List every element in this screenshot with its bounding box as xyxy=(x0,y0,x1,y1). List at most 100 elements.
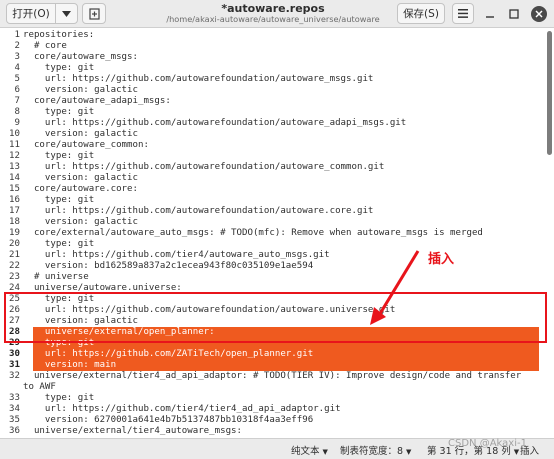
code-line[interactable]: 12 type: git xyxy=(0,151,548,162)
code-line[interactable]: 10 version: galactic xyxy=(0,129,548,140)
line-text: type: git xyxy=(23,195,95,205)
code-line[interactable]: 33 type: git xyxy=(0,393,548,404)
code-line[interactable]: 27 version: galactic xyxy=(0,316,548,327)
code-line[interactable]: 22 version: bd162589a837a2c1ecea943f80c0… xyxy=(0,261,548,272)
code-line[interactable]: 1 repositories: xyxy=(0,30,548,41)
code-line-selected[interactable]: 28 universe/external/open_planner: xyxy=(0,327,548,338)
text-editor[interactable]: 1 repositories: 2 # core 3 core/autoware_ms… xyxy=(0,29,554,438)
code-line[interactable]: 19 core/external/autoware_auto_msgs: # T… xyxy=(0,228,548,239)
code-line[interactable]: 17 url: https://github.com/autowarefound… xyxy=(0,206,548,217)
code-line[interactable]: 15 core/autoware.core: xyxy=(0,184,548,195)
line-number: 22 xyxy=(9,261,20,271)
tab-width-selector[interactable]: 制表符宽度：8 ▼ xyxy=(340,443,411,457)
code-line[interactable]: 16 type: git xyxy=(0,195,548,206)
open-dropdown-button[interactable] xyxy=(55,3,78,24)
line-number: 8 xyxy=(14,107,20,117)
line-text: version: 6270001a641e4b7b5137487bb10318f… xyxy=(23,415,314,425)
line-text: version: main xyxy=(23,360,117,370)
code-line[interactable]: 34 url: https://github.com/tier4/tier4_a… xyxy=(0,404,548,415)
code-line[interactable]: 32 universe/external/tier4_ad_api_adapto… xyxy=(0,371,548,393)
header-bar: 打开(O) *autoware.repos /home/akaxi-autowa… xyxy=(0,0,554,28)
code-line[interactable]: 18 version: galactic xyxy=(0,217,548,228)
chevron-down-icon: ▼ xyxy=(322,448,328,456)
window-title: *autoware.repos /home/akaxi-autoware/aut… xyxy=(150,2,396,25)
line-text: url: https://github.com/autowarefoundati… xyxy=(23,74,374,84)
code-line[interactable]: 20 type: git xyxy=(0,239,548,250)
code-line[interactable]: 4 type: git xyxy=(0,63,548,74)
code-line[interactable]: 3 core/autoware_msgs: xyxy=(0,52,548,63)
watermark: CSDN @Akaxi-1 xyxy=(448,438,527,449)
line-number: 3 xyxy=(14,52,20,62)
tab-width-label: 制表符宽度：8 xyxy=(340,446,404,457)
selection-highlight xyxy=(33,338,539,349)
line-number: 27 xyxy=(9,316,20,326)
line-number: 17 xyxy=(9,206,20,216)
line-text: version: galactic xyxy=(23,217,138,227)
line-text: url: https://github.com/tier4/tier4_ad_a… xyxy=(23,404,341,414)
line-text: type: git xyxy=(23,393,95,403)
line-number: 28 xyxy=(9,327,20,337)
line-number: 34 xyxy=(9,404,20,414)
code-line[interactable]: 2 # core xyxy=(0,41,548,52)
line-text: universe/autoware.universe: xyxy=(23,283,182,293)
line-number: 36 xyxy=(9,426,20,436)
line-text: version: galactic xyxy=(23,173,138,183)
line-number: 2 xyxy=(14,41,20,51)
code-line[interactable]: 14 version: galactic xyxy=(0,173,548,184)
minimize-icon xyxy=(486,16,494,18)
code-line[interactable]: 25 type: git xyxy=(0,294,548,305)
language-selector[interactable]: 纯文本 ▼ xyxy=(291,443,328,457)
line-number: 18 xyxy=(9,217,20,227)
code-line[interactable]: 24 universe/autoware.universe: xyxy=(0,283,548,294)
open-button-label: 打开(O) xyxy=(12,8,50,20)
code-line[interactable]: 6 version: galactic xyxy=(0,85,548,96)
line-number: 1 xyxy=(14,30,20,40)
menu-button[interactable] xyxy=(452,3,474,24)
line-number: 32 xyxy=(9,371,20,381)
code-line[interactable]: 26 url: https://github.com/autowarefound… xyxy=(0,305,548,316)
code-line[interactable]: 35 version: 6270001a641e4b7b5137487bb103… xyxy=(0,415,548,426)
line-number: 16 xyxy=(9,195,20,205)
close-icon xyxy=(535,10,543,18)
line-text: universe/external/tier4_ad_api_adaptor: … xyxy=(23,371,522,381)
minimize-button[interactable] xyxy=(484,8,496,20)
line-text: type: git xyxy=(23,63,95,73)
line-text: universe/external/open_planner: xyxy=(23,327,215,337)
code-line[interactable]: 8 type: git xyxy=(0,107,548,118)
code-line[interactable]: 13 url: https://github.com/autowarefound… xyxy=(0,162,548,173)
new-tab-button[interactable] xyxy=(82,3,106,24)
line-number: 33 xyxy=(9,393,20,403)
line-number: 7 xyxy=(14,96,20,106)
line-number: 25 xyxy=(9,294,20,304)
line-text: type: git xyxy=(23,294,95,304)
close-button[interactable] xyxy=(531,6,547,22)
maximize-button[interactable] xyxy=(508,8,520,20)
chevron-down-icon xyxy=(62,10,71,17)
line-text: type: git xyxy=(23,151,95,161)
code-line[interactable]: 11 core/autoware_common: xyxy=(0,140,548,151)
code-line-selected[interactable]: 30 url: https://github.com/ZATiTech/open… xyxy=(0,349,548,360)
line-number: 29 xyxy=(9,338,20,348)
scrollbar-thumb[interactable] xyxy=(547,31,552,155)
line-text-wrapped: to AWF xyxy=(23,382,56,392)
maximize-icon xyxy=(509,9,519,19)
line-number: 5 xyxy=(14,74,20,84)
chevron-down-icon: ▼ xyxy=(406,448,412,456)
line-number: 35 xyxy=(9,415,20,425)
save-button[interactable]: 保存(S) xyxy=(397,3,445,24)
code-line[interactable]: 7 core/autoware_adapi_msgs: xyxy=(0,96,548,107)
vertical-scrollbar[interactable] xyxy=(547,29,553,438)
file-path: /home/akaxi-autoware/autoware_universe/a… xyxy=(166,14,380,25)
code-line-selected[interactable]: 31 version: main xyxy=(0,360,548,371)
annotation-label: 插入 xyxy=(428,252,455,267)
code-line[interactable]: 5 url: https://github.com/autowarefounda… xyxy=(0,74,548,85)
code-line[interactable]: 9 url: https://github.com/autowarefounda… xyxy=(0,118,548,129)
code-line[interactable]: 21 url: https://github.com/tier4/autowar… xyxy=(0,250,548,261)
code-line[interactable]: 36 universe/external/tier4_autoware_msgs… xyxy=(0,426,548,437)
line-number: 31 xyxy=(9,360,20,370)
code-line-selected[interactable]: 29 type: git xyxy=(0,338,548,349)
open-button[interactable]: 打开(O) xyxy=(6,3,56,24)
line-text: type: git xyxy=(23,107,95,117)
line-text: version: galactic xyxy=(23,85,138,95)
code-line[interactable]: 23 # universe xyxy=(0,272,548,283)
